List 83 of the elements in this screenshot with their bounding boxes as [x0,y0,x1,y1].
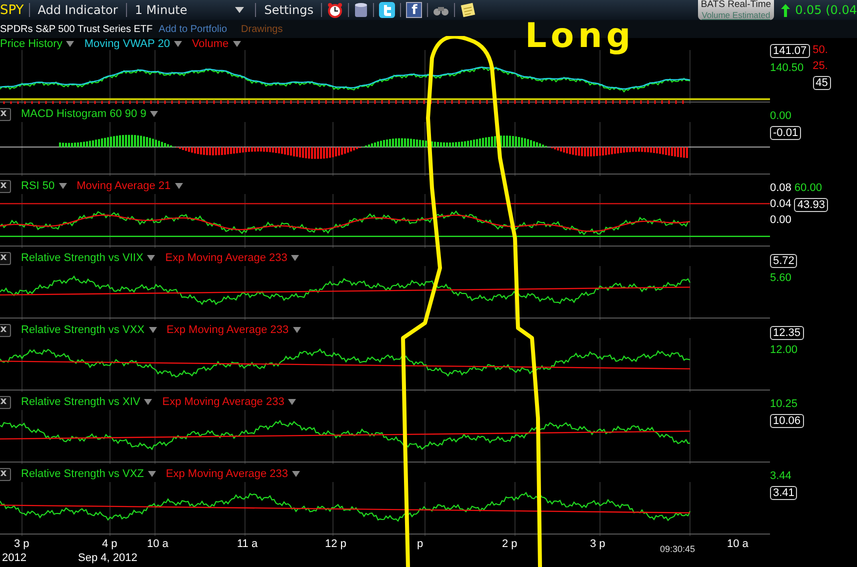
caret-icon [235,7,244,13]
caret-icon[interactable] [174,183,183,189]
time-label: 10 a [147,538,168,550]
axis-value: 10.06 [770,414,804,428]
indicator-label[interactable]: Moving VWAP 20 [84,38,170,50]
axis-value: 43.93 [794,198,828,212]
security-name: SPDRs S&P 500 Trust Series ETF [0,24,153,34]
caret-icon[interactable] [148,471,156,477]
interval-dropdown[interactable]: 1 Minute [132,3,250,17]
time-label: 4 p [102,538,118,550]
axis-value: 5.72 [770,254,798,268]
caret-icon[interactable] [232,41,241,47]
axis-value: 5.60 [770,272,792,284]
up-arrow-icon [781,4,790,16]
caret-icon[interactable] [144,399,152,405]
feed-title: BATS Real-Time [700,0,772,10]
symbol-field[interactable]: SPY [0,2,24,18]
axis-value: 12.35 [770,326,804,340]
time-label: 12 p [325,538,346,550]
add-to-portfolio-link[interactable]: Add to Portfolio [158,24,228,34]
close-panel-button[interactable]: x [0,324,11,336]
axis-value: 12.00 [770,344,799,356]
time-label: 10 a [727,538,748,550]
caret-icon[interactable] [292,327,301,333]
indicator-label[interactable]: MACD Histogram 60 90 9 [21,108,146,120]
time-label: 2 p [502,538,518,550]
axis-value: 60.00 [794,182,823,194]
alarm-clock-icon[interactable] [327,2,344,18]
indicator-label[interactable]: RSI 50 [21,180,55,192]
indicator-label[interactable]: Exp Moving Average 233 [162,396,284,408]
close-panel-button[interactable]: x [0,252,11,264]
axis-value: 3.41 [770,486,798,500]
axis-value: 45 [812,76,831,90]
indicator-label[interactable]: Relative Strength vs XIV [21,396,140,408]
caret-icon[interactable] [147,255,156,261]
axis-value: 50. [812,44,829,56]
indicator-label[interactable]: Moving Average 21 [76,180,171,192]
axis-value: 3.44 [770,470,792,482]
indicator-label[interactable]: Exp Moving Average 233 [165,252,288,264]
binoculars-icon[interactable] [433,4,450,16]
clock-time: 09:30:45 [660,544,696,554]
caret-icon[interactable] [292,471,300,477]
indicator-label[interactable]: Volume [192,38,229,50]
axis-value: 0.00 [770,110,792,122]
indicator-label[interactable]: Relative Strength vs VXX [21,324,145,336]
social-button[interactable]: f [406,2,422,18]
caret-icon[interactable] [288,399,296,405]
database-icon[interactable] [354,2,368,18]
caret-icon[interactable] [66,41,74,47]
handwritten-note: Long [525,16,635,56]
close-panel-button[interactable]: x [0,396,11,408]
time-label: 11 a [237,538,258,550]
caret-icon[interactable] [148,327,157,333]
axis-value: 25. [812,60,829,72]
axis-value: 140.50 [770,62,805,74]
price-change: 0.05 (0.04 [795,3,857,17]
caret-icon[interactable] [174,41,182,47]
settings-button[interactable]: Settings [261,3,316,17]
date-label: 2012 [2,552,26,564]
axis-value: 10.25 [770,398,799,410]
indicator-label[interactable]: Price History [0,38,62,50]
add-indicator-button[interactable]: Add Indicator [34,3,121,17]
caret-icon[interactable] [291,255,300,261]
indicator-label[interactable]: Exp Moving Average 233 [166,324,289,336]
close-panel-button[interactable]: x [0,468,11,480]
caret-icon[interactable] [150,111,158,117]
time-label: 3 p [14,538,30,550]
indicator-label[interactable]: Exp Moving Average 233 [166,468,288,480]
time-label: 3 p [590,538,606,550]
caret-icon[interactable] [58,183,67,189]
close-panel-button[interactable]: x [0,180,11,192]
axis-value: 0.08 [770,182,792,194]
notepad-icon[interactable] [460,2,476,18]
axis-value: 0.04 [770,198,792,210]
indicator-label[interactable]: Relative Strength vs VXZ [21,468,144,480]
axis-value: 0.00 [770,214,792,226]
indicator-label[interactable]: Relative Strength vs VIIX [21,252,144,264]
date-label: Sep 4, 2012 [78,552,138,564]
time-label: p [417,538,424,550]
axis-value: 141.07 [770,44,810,58]
close-panel-button[interactable]: x [0,108,11,120]
feed-subtitle: Volume Estimated [702,10,770,20]
axis-value: -0.01 [770,126,802,140]
